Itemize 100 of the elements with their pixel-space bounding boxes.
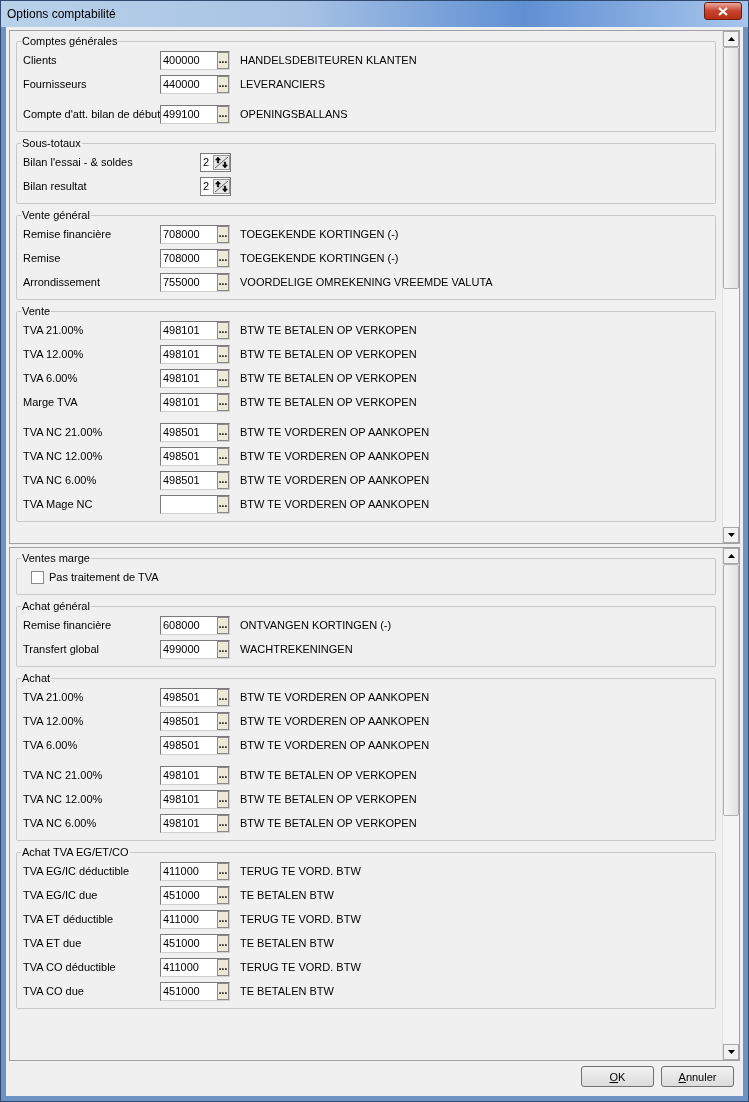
account-field[interactable]: 608000 ... [160,615,230,635]
browse-button[interactable]: ... [217,471,229,489]
browse-button[interactable]: ... [217,423,229,441]
browse-button[interactable]: ... [217,688,229,706]
account-field[interactable]: 498501 ... [160,711,230,731]
field-label: TVA NC 21.00% [23,769,104,781]
checkbox-label: Pas traitement de TVA [49,571,159,583]
dialog-button[interactable]: Annuler [661,1066,734,1087]
account-field[interactable]: 411000 ... [160,909,230,929]
scrollbar-thumb[interactable] [723,564,739,816]
browse-button[interactable]: ... [217,369,229,387]
account-description: TERUG TE VORD. BTW [240,865,361,877]
browse-button[interactable]: ... [217,766,229,784]
account-field[interactable]: 411000 ... [160,957,230,977]
account-description: BTW TE VORDEREN OP AANKOPEN [240,715,430,727]
account-field[interactable]: 498501 ... [160,422,230,442]
scrollbar-thumb[interactable] [723,47,739,289]
browse-button[interactable]: ... [217,814,229,832]
field-label: TVA 12.00% [23,348,85,360]
browse-button[interactable]: ... [217,249,229,267]
account-description: BTW TE VORDEREN OP AANKOPEN [240,691,430,703]
browse-button[interactable]: ... [217,75,229,93]
group-title: Vente [21,305,52,317]
browse-button[interactable]: ... [217,790,229,808]
browse-button[interactable]: ... [217,886,229,904]
checkbox[interactable] [31,570,44,584]
field-label: TVA EG/IC déductible [23,865,131,877]
field-label: TVA NC 12.00% [23,793,104,805]
account-description: BTW TE BETALEN OP VERKOPEN [240,769,417,781]
account-field[interactable]: 498501 ... [160,687,230,707]
account-field[interactable]: 498101 ... [160,789,230,809]
account-field[interactable]: 498501 ... [160,446,230,466]
scrollbar[interactable] [722,548,739,1060]
browse-button[interactable]: ... [217,616,229,634]
account-description: TERUG TE VORD. BTW [240,913,361,925]
scroll-up-button[interactable] [723,31,739,47]
account-description: ONTVANGEN KORTINGEN (-) [240,619,392,631]
dialog-button[interactable]: OK [581,1066,654,1087]
browse-button[interactable]: ... [217,321,229,339]
spinner-button[interactable] [213,178,230,194]
account-field[interactable]: 451000 ... [160,885,230,905]
account-field[interactable]: 499100 ... [160,104,230,124]
group-title: Achat TVA EG/ET/CO [21,846,130,858]
account-field[interactable]: 498101 ... [160,813,230,833]
browse-button[interactable]: ... [217,958,229,976]
account-field[interactable]: 498101 ... [160,392,230,412]
browse-button[interactable]: ... [217,495,229,513]
browse-button[interactable]: ... [217,51,229,69]
account-field[interactable]: 400000 ... [160,50,230,70]
browse-button[interactable]: ... [217,225,229,243]
account-field[interactable]: 498101 ... [160,344,230,364]
browse-button[interactable]: ... [217,934,229,952]
field-label: TVA 6.00% [23,739,79,751]
account-field[interactable]: 498101 ... [160,368,230,388]
account-description: BTW TE VORDEREN OP AANKOPEN [240,739,430,751]
spinner-field[interactable]: 2 [200,176,231,196]
field-label: TVA NC 12.00% [23,450,104,462]
account-description: BTW TE VORDEREN OP AANKOPEN [240,450,430,462]
browse-button[interactable]: ... [217,273,229,291]
group-title: Ventes marge [21,552,91,564]
field-label: TVA NC 6.00% [23,817,98,829]
spinner-field[interactable]: 2 [200,152,231,172]
browse-button[interactable]: ... [217,712,229,730]
field-label: TVA CO déductible [23,961,117,973]
browse-button[interactable]: ... [217,736,229,754]
field-label: TVA EG/IC due [23,889,99,901]
up-down-arrows-icon [214,179,229,193]
scroll-down-button[interactable] [723,527,739,543]
browse-button[interactable]: ... [217,393,229,411]
browse-button[interactable]: ... [217,862,229,880]
account-field[interactable]: 451000 ... [160,933,230,953]
window-title: Options comptabilité [7,7,116,21]
account-field[interactable]: 755000 ... [160,272,230,292]
scroll-down-button[interactable] [723,1044,739,1060]
account-field[interactable]: 498501 ... [160,470,230,490]
account-field[interactable]: ... [160,494,230,514]
account-field[interactable]: 708000 ... [160,248,230,268]
browse-button[interactable]: ... [217,640,229,658]
field-label: TVA 21.00% [23,324,85,336]
scrollbar[interactable] [722,31,739,543]
browse-button[interactable]: ... [217,982,229,1000]
account-field[interactable]: 498101 ... [160,765,230,785]
account-field[interactable]: 708000 ... [160,224,230,244]
field-label: TVA 6.00% [23,372,79,384]
account-field[interactable]: 498101 ... [160,320,230,340]
account-field[interactable]: 411000 ... [160,861,230,881]
spinner-button[interactable] [213,154,230,170]
browse-button[interactable]: ... [217,910,229,928]
field-label: TVA ET déductible [23,913,115,925]
browse-button[interactable]: ... [217,105,229,123]
browse-button[interactable]: ... [217,345,229,363]
scroll-up-button[interactable] [723,548,739,564]
up-arrow-icon [727,37,735,41]
account-field[interactable]: 498501 ... [160,735,230,755]
account-field[interactable]: 499000 ... [160,639,230,659]
account-field[interactable]: 451000 ... [160,981,230,1001]
account-field[interactable]: 440000 ... [160,74,230,94]
group-title: Achat général [21,600,91,612]
close-button[interactable] [704,2,742,20]
browse-button[interactable]: ... [217,447,229,465]
